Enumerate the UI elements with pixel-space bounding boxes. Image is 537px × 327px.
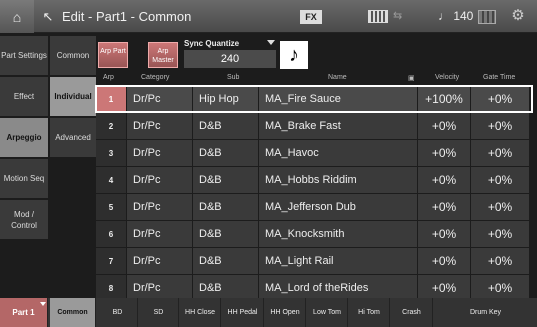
subnav-advanced[interactable]: Advanced: [50, 118, 96, 157]
gear-icon[interactable]: ⚙: [505, 6, 531, 28]
nav-effect[interactable]: Effect: [0, 77, 48, 116]
key-crash-button[interactable]: Crash: [391, 298, 433, 327]
key-hi-tom-button[interactable]: Hi Tom: [349, 298, 390, 327]
velocity-cell[interactable]: +0%: [418, 248, 470, 274]
table-row[interactable]: 6 Dr/Pc D&B MA_Knocksmith +0% +0%: [96, 221, 532, 247]
name-cell[interactable]: MA_Hobbs Riddim: [259, 167, 417, 193]
arp-number: 2: [96, 113, 126, 139]
name-cell[interactable]: MA_Jefferson Dub: [259, 194, 417, 220]
common-button[interactable]: Common: [50, 298, 96, 327]
gate-cell[interactable]: +0%: [471, 221, 529, 247]
key-sd-button[interactable]: SD: [139, 298, 179, 327]
category-cell[interactable]: Dr/Pc: [127, 221, 192, 247]
usb-icon: ⇆: [393, 10, 403, 22]
table-row[interactable]: 2 Dr/Pc D&B MA_Brake Fast +0% +0%: [96, 113, 532, 139]
category-cell[interactable]: Dr/Pc: [127, 113, 192, 139]
part-dropdown-icon: [40, 302, 46, 306]
key-hh-pedal-button[interactable]: HH Pedal: [222, 298, 264, 327]
category-cell[interactable]: Dr/Pc: [127, 194, 192, 220]
sub-cell[interactable]: D&B: [193, 194, 258, 220]
header-velocity: Velocity: [435, 74, 460, 81]
header-sort-icon[interactable]: ▣: [408, 74, 415, 84]
table-row[interactable]: 7 Dr/Pc D&B MA_Light Rail +0% +0%: [96, 248, 532, 274]
header-sub: Sub: [227, 74, 240, 81]
gate-cell[interactable]: +0%: [471, 194, 529, 220]
arp-master-button[interactable]: Arp Master: [148, 42, 178, 68]
nav-mod-control[interactable]: Mod / Control: [0, 200, 48, 239]
subnav-common[interactable]: Common: [50, 36, 96, 75]
table-row[interactable]: 1 Dr/Pc Hip Hop MA_Fire Sauce +100% +0%: [95, 85, 533, 113]
key-hh-open-button[interactable]: HH Open: [265, 298, 306, 327]
page-title: Edit - Part1 - Common: [62, 9, 192, 24]
sub-cell[interactable]: D&B: [193, 167, 258, 193]
velocity-cell[interactable]: +0%: [418, 167, 470, 193]
sub-nav: Common Individual Advanced: [50, 36, 96, 159]
category-cell[interactable]: Dr/Pc: [127, 86, 192, 112]
nav-motion-seq[interactable]: Motion Seq: [0, 159, 48, 198]
sync-quantize-label: Sync Quantize: [184, 39, 240, 48]
name-cell[interactable]: MA_Havoc: [259, 140, 417, 166]
category-cell[interactable]: Dr/Pc: [127, 248, 192, 274]
table-row[interactable]: 4 Dr/Pc D&B MA_Hobbs Riddim +0% +0%: [96, 167, 532, 193]
velocity-cell[interactable]: +0%: [418, 113, 470, 139]
subnav-individual[interactable]: Individual: [50, 77, 96, 116]
header-name: Name: [328, 74, 347, 81]
header-arp: Arp: [103, 74, 114, 81]
gate-cell[interactable]: +0%: [471, 248, 529, 274]
arp-part-button[interactable]: Arp Part: [98, 42, 128, 68]
category-cell[interactable]: Dr/Pc: [127, 140, 192, 166]
tempo-display[interactable]: ♩ 140: [438, 9, 473, 23]
fx-icon[interactable]: FX: [300, 10, 322, 24]
arp-number: 4: [96, 167, 126, 193]
sub-cell[interactable]: D&B: [193, 140, 258, 166]
category-cell[interactable]: Dr/Pc: [127, 167, 192, 193]
table-row[interactable]: 3 Dr/Pc D&B MA_Havoc +0% +0%: [96, 140, 532, 166]
key-low-tom-button[interactable]: Low Tom: [307, 298, 348, 327]
sub-cell[interactable]: D&B: [193, 248, 258, 274]
header-gate-time: Gate Time: [483, 74, 516, 81]
sync-quantize-value[interactable]: 240: [184, 50, 276, 68]
sub-cell[interactable]: Hip Hop: [193, 86, 258, 112]
nav-arpeggio[interactable]: Arpeggio: [0, 118, 48, 157]
back-icon[interactable]: ↖: [38, 0, 58, 33]
arp-number: 1: [96, 86, 126, 112]
keyboard-icon[interactable]: [368, 10, 388, 23]
gate-cell[interactable]: +0%: [471, 140, 529, 166]
arp-number: 6: [96, 221, 126, 247]
gate-cell[interactable]: +0%: [471, 86, 529, 112]
arp-number: 3: [96, 140, 126, 166]
key-hh-close-button[interactable]: HH Close: [180, 298, 221, 327]
sub-cell[interactable]: D&B: [193, 113, 258, 139]
velocity-cell[interactable]: +0%: [418, 140, 470, 166]
grid-icon[interactable]: [478, 10, 496, 24]
key-bd-button[interactable]: BD: [98, 298, 138, 327]
nav-part-settings[interactable]: Part Settings: [0, 36, 48, 75]
name-cell[interactable]: MA_Knocksmith: [259, 221, 417, 247]
gate-cell[interactable]: +0%: [471, 113, 529, 139]
eighth-note-icon[interactable]: ♪: [280, 41, 308, 69]
velocity-cell[interactable]: +0%: [418, 221, 470, 247]
velocity-cell[interactable]: +100%: [418, 86, 470, 112]
name-cell[interactable]: MA_Fire Sauce: [259, 86, 417, 112]
velocity-cell[interactable]: +0%: [418, 194, 470, 220]
name-cell[interactable]: MA_Light Rail: [259, 248, 417, 274]
arp-number: 5: [96, 194, 126, 220]
name-cell[interactable]: MA_Brake Fast: [259, 113, 417, 139]
header-category: Category: [141, 74, 170, 81]
left-nav: Part Settings Effect Arpeggio Motion Seq…: [0, 36, 48, 241]
dropdown-icon: [267, 40, 275, 45]
arp-list: 1 Dr/Pc Hip Hop MA_Fire Sauce +100% +0% …: [95, 85, 533, 302]
gate-cell[interactable]: +0%: [471, 167, 529, 193]
home-icon[interactable]: ⌂: [0, 0, 34, 33]
sub-cell[interactable]: D&B: [193, 221, 258, 247]
arp-number: 7: [96, 248, 126, 274]
drum-key-button[interactable]: Drum Key: [434, 298, 537, 327]
table-row[interactable]: 5 Dr/Pc D&B MA_Jefferson Dub +0% +0%: [96, 194, 532, 220]
